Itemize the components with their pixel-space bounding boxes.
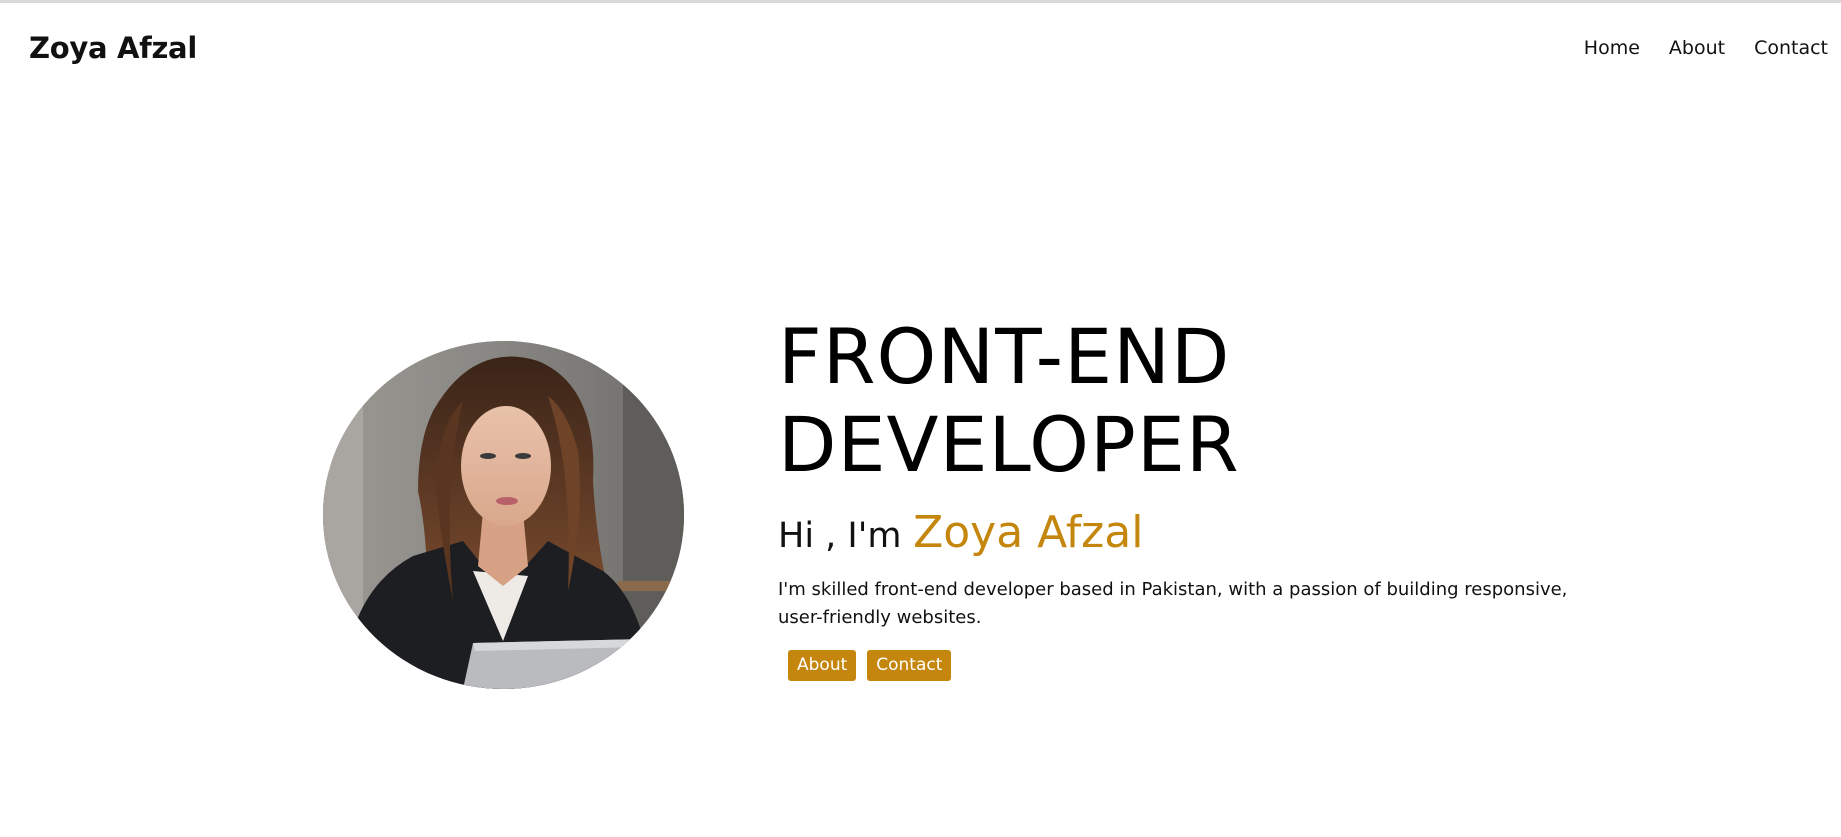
hero-section: FRONT-END DEVELOPER Hi , I'm Zoya Afzal …	[0, 0, 1841, 837]
hero-title: FRONT-END DEVELOPER	[778, 313, 1298, 489]
hero-description: I'm skilled front-end developer based in…	[778, 579, 1568, 628]
hero-buttons: About Contact	[788, 650, 1578, 681]
greeting-name: Zoya Afzal	[913, 507, 1144, 558]
about-button[interactable]: About	[788, 650, 857, 681]
greeting-prefix: Hi , I'm	[778, 516, 902, 556]
profile-photo	[323, 341, 684, 689]
hero-text: FRONT-END DEVELOPER Hi , I'm Zoya Afzal …	[778, 313, 1578, 681]
contact-button[interactable]: Contact	[867, 650, 952, 681]
hero-title-line2: DEVELOPER	[778, 400, 1240, 489]
greeting: Hi , I'm Zoya Afzal	[778, 507, 1578, 558]
hero-title-line1: FRONT-END	[778, 312, 1231, 401]
